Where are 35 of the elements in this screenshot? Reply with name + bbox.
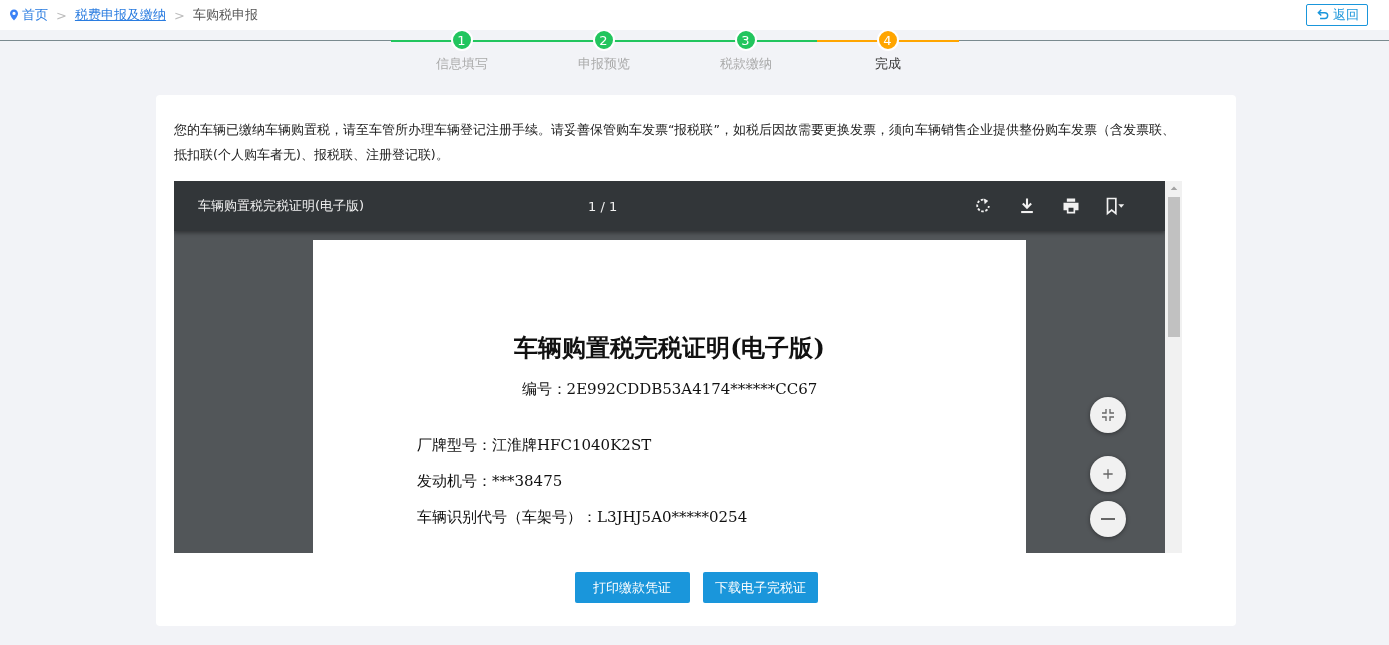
step-number: 1 bbox=[450, 29, 473, 51]
certificate-field: 车辆识别代号（车架号）：L3JHJ5A0*****0254 bbox=[417, 508, 1026, 527]
breadcrumb-link[interactable]: 税费申报及缴纳 bbox=[74, 6, 166, 24]
zoom-out-button[interactable] bbox=[1090, 501, 1126, 537]
certificate-number: 编号：2E992CDDB53A4174******CC67 bbox=[520, 380, 819, 399]
breadcrumb-separator: > bbox=[56, 7, 67, 23]
scrollbar[interactable] bbox=[1165, 181, 1182, 553]
action-button[interactable]: 下载电子完税证 bbox=[702, 572, 818, 603]
location-pin-icon bbox=[8, 8, 20, 22]
breadcrumb-separator: > bbox=[173, 7, 185, 23]
step-number: 3 bbox=[734, 29, 757, 51]
plus-icon bbox=[1100, 466, 1116, 482]
action-button[interactable]: 打印缴款凭证 bbox=[574, 572, 690, 603]
certificate-field: 厂牌型号：江淮牌HFC1040K2ST bbox=[417, 436, 1026, 455]
shrink-arrows-icon bbox=[1100, 407, 1116, 423]
minus-icon bbox=[1101, 518, 1115, 520]
certificate-field: 发动机号：***38475 bbox=[417, 472, 1026, 491]
back-button[interactable]: 返回 bbox=[1306, 4, 1368, 26]
home-link[interactable]: 首页 bbox=[8, 6, 48, 24]
document-title: 车辆购置税完税证明(电子版) bbox=[198, 197, 366, 215]
step-number: 4 bbox=[876, 29, 899, 51]
zoom-in-button[interactable] bbox=[1090, 456, 1126, 492]
bookmark-icon[interactable] bbox=[1105, 196, 1125, 216]
step-label: 税款缴纳 bbox=[719, 55, 772, 73]
step-label: 申报预览 bbox=[577, 55, 630, 73]
step-number: 2 bbox=[592, 29, 615, 51]
fit-page-button[interactable] bbox=[1090, 397, 1126, 433]
step-label: 完成 bbox=[874, 55, 901, 73]
certificate-title: 车辆购置税完税证明(电子版) bbox=[513, 332, 826, 364]
page-counter: 1 / 1 bbox=[588, 198, 619, 214]
return-arrow-icon bbox=[1315, 8, 1331, 22]
print-icon[interactable] bbox=[1061, 196, 1081, 216]
step-label: 信息填写 bbox=[435, 55, 488, 73]
notice-text: 您的车辆已缴纳车辆购置税，请至车管所办理车辆登记注册手续。请妥善保管购车发票“报税联”，如税后因故需要更换发票，须向车辆销售企业提供整份购车发票（含发票联、抵扣联(个人购车者无)、报税联、注册登记联)。 bbox=[174, 121, 1176, 164]
breadcrumb-current: 车购税申报 bbox=[192, 6, 258, 24]
